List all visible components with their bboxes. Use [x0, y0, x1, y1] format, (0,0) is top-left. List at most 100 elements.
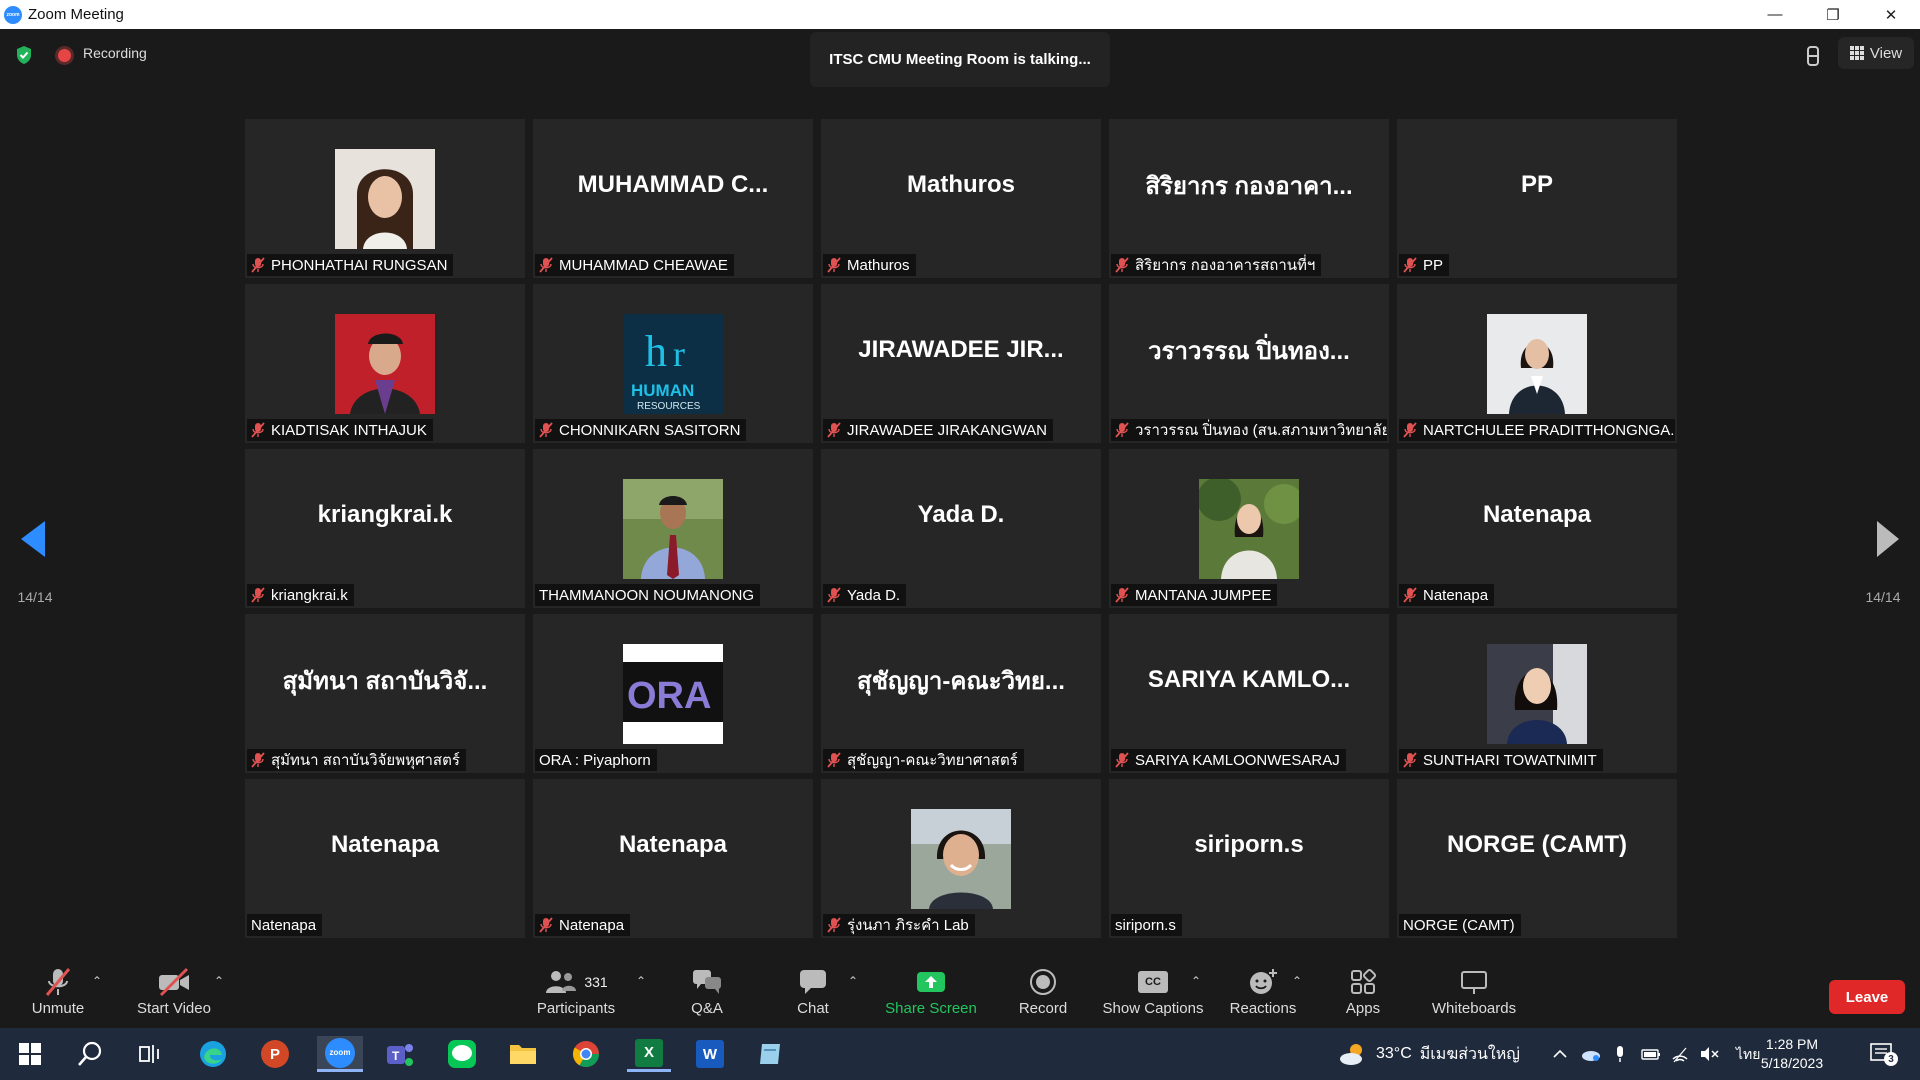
apps-button[interactable]: Apps	[1345, 966, 1381, 1022]
participant-tile[interactable]: KIADTISAK INTHAJUK	[245, 284, 525, 443]
gallery-side-icon[interactable]	[1800, 43, 1826, 69]
chrome-icon	[572, 1041, 600, 1068]
participant-tile[interactable]: Natenapa Natenapa	[533, 779, 813, 938]
participant-tile[interactable]: kriangkrai.k kriangkrai.k	[245, 449, 525, 608]
participant-tile[interactable]: NORGE (CAMT) NORGE (CAMT)	[1397, 779, 1677, 938]
chat-options-caret-icon[interactable]: ⌃	[848, 974, 858, 988]
participant-display-name: NORGE (CAMT)	[1447, 831, 1627, 858]
onedrive-cloud-icon[interactable]	[1580, 1044, 1600, 1064]
participant-tile[interactable]: h r HUMAN RESOURCES CHONNIKARN SASITORN	[533, 284, 813, 443]
participant-tile[interactable]: สุมัทนา สถาบันวิจั... สุมัทนา สถาบันวิจัย…	[245, 614, 525, 773]
show-captions-label: Show Captions	[1102, 1000, 1204, 1017]
participant-name-label: สุมัทนา สถาบันวิจัยพหุศาสตร์	[247, 749, 466, 771]
task-view-button[interactable]	[130, 1036, 170, 1072]
leave-meeting-button[interactable]: Leave	[1829, 980, 1905, 1014]
reactions-options-caret-icon[interactable]: ⌃	[1292, 974, 1302, 988]
encryption-shield-icon[interactable]	[15, 45, 33, 65]
participant-tile[interactable]: MANTANA JUMPEE	[1109, 449, 1389, 608]
search-icon	[78, 1041, 102, 1066]
video-options-caret-icon[interactable]: ⌃	[214, 974, 224, 988]
mic-muted-icon	[251, 587, 265, 603]
participant-tile[interactable]: SUNTHARI TOWATNIMIT	[1397, 614, 1677, 773]
show-captions-button[interactable]: CC Show Captions	[1102, 966, 1204, 1022]
participant-tile[interactable]: JIRAWADEE JIR... JIRAWADEE JIRAKANGWAN	[821, 284, 1101, 443]
participant-name-label: NARTCHULEE PRADITTHONGNGA...	[1399, 419, 1675, 441]
participant-tile[interactable]: สุชัญญา-คณะวิทย... สุชัญญา-คณะวิทยาศาสตร์	[821, 614, 1101, 773]
participant-tile[interactable]: Natenapa Natenapa	[245, 779, 525, 938]
participant-tile[interactable]: สิริยากร กองอาคา... สิริยากร กองอาคารสถาน…	[1109, 119, 1389, 278]
participant-tile[interactable]: วราวรรณ ปิ่นทอง... วราวรรณ ปิ่นทอง (สน.สภ…	[1109, 284, 1389, 443]
participants-options-caret-icon[interactable]: ⌃	[636, 974, 646, 988]
participant-name: PP	[1423, 256, 1444, 274]
participant-tile[interactable]: MUHAMMAD C... MUHAMMAD CHEAWAE	[533, 119, 813, 278]
battery-icon[interactable]	[1640, 1044, 1660, 1064]
taskbar-line-button[interactable]	[442, 1036, 482, 1072]
system-clock[interactable]: 1:28 PM 5/18/2023	[1754, 1035, 1830, 1073]
participant-name-label: Yada D.	[823, 584, 907, 606]
participant-tile[interactable]: siriporn.s siriporn.s	[1109, 779, 1389, 938]
qa-button[interactable]: Q&A	[686, 966, 728, 1022]
share-screen-button[interactable]: Share Screen	[885, 966, 977, 1022]
record-button[interactable]: Record	[1018, 966, 1068, 1022]
whiteboards-button[interactable]: Whiteboards	[1430, 966, 1518, 1022]
audio-options-caret-icon[interactable]: ⌃	[92, 974, 102, 988]
close-button[interactable]: ✕	[1862, 0, 1920, 29]
taskbar-search-button[interactable]	[70, 1036, 110, 1072]
participant-name: สุชัญญา-คณะวิทยาศาสตร์	[847, 752, 1018, 769]
volume-muted-icon[interactable]	[1698, 1044, 1719, 1064]
weather-widget[interactable]: 33°C มีเมฆส่วนใหญ่	[1338, 1038, 1520, 1070]
apps-icon	[1351, 968, 1377, 994]
participant-tile[interactable]: SARIYA KAMLO... SARIYA KAMLOONWESARAJ	[1109, 614, 1389, 773]
unmute-button[interactable]: Unmute	[26, 966, 90, 1022]
notification-count-badge: 3	[1884, 1052, 1898, 1066]
participant-name: Yada D.	[847, 586, 901, 604]
participant-avatar	[1199, 479, 1299, 579]
taskbar-teams-button[interactable]: T	[380, 1036, 420, 1072]
mic-muted-icon	[1115, 587, 1129, 603]
show-hidden-icons-chevron-icon[interactable]	[1550, 1044, 1570, 1064]
participant-tile[interactable]: PP PP	[1397, 119, 1677, 278]
participant-tile[interactable]: ORA ORA : Piyaphorn	[533, 614, 813, 773]
view-button[interactable]: View	[1838, 37, 1914, 69]
participant-tile[interactable]: Natenapa Natenapa	[1397, 449, 1677, 608]
participant-name-label: รุ่งนภา ภิระคำ Lab	[823, 914, 975, 936]
recording-indicator-icon[interactable]	[58, 49, 71, 62]
participant-name: NORGE (CAMT)	[1403, 916, 1515, 934]
participants-button[interactable]: 331 Participants	[533, 966, 619, 1022]
participant-name: KIADTISAK INTHAJUK	[271, 421, 427, 439]
start-video-button[interactable]: Start Video	[134, 966, 214, 1022]
participant-name-label: SUNTHARI TOWATNIMIT	[1399, 749, 1603, 771]
mic-muted-icon	[1403, 587, 1417, 603]
participant-tile[interactable]: PHONHATHAI RUNGSAN	[245, 119, 525, 278]
notification-center-button[interactable]: 3	[1868, 1040, 1898, 1068]
captions-options-caret-icon[interactable]: ⌃	[1191, 974, 1201, 988]
participant-name: SARIYA KAMLOONWESARAJ	[1135, 751, 1340, 769]
participant-tile[interactable]: Mathuros Mathuros	[821, 119, 1101, 278]
reactions-button[interactable]: Reactions	[1229, 966, 1297, 1022]
previous-page-button[interactable]: 14/14	[5, 509, 65, 609]
wifi-icon[interactable]	[1670, 1044, 1690, 1064]
windows-start-button[interactable]	[10, 1036, 50, 1072]
zoom-app-icon: zoom	[325, 1037, 355, 1068]
minimize-button[interactable]: —	[1746, 0, 1804, 29]
qa-label: Q&A	[691, 1000, 723, 1017]
taskbar-edge-button[interactable]	[193, 1036, 233, 1072]
taskbar-word-button[interactable]: W	[690, 1036, 730, 1072]
taskbar-chrome-button[interactable]	[566, 1036, 606, 1072]
microphone-tray-icon[interactable]	[1610, 1044, 1630, 1064]
participant-tile[interactable]: THAMMANOON NOUMANONG	[533, 449, 813, 608]
next-page-button[interactable]: 14/14	[1853, 509, 1913, 609]
taskbar-powerpoint-button[interactable]: P	[255, 1036, 295, 1072]
svg-text:r: r	[673, 334, 685, 374]
chat-button[interactable]: Chat	[794, 966, 832, 1022]
participant-tile[interactable]: รุ่งนภา ภิระคำ Lab	[821, 779, 1101, 938]
windows-taskbar: P zoom T X W 33°C มีเมฆส่วนใหญ่ ไทย 1:28…	[0, 1028, 1920, 1080]
taskbar-excel-button[interactable]: X	[627, 1036, 671, 1072]
participant-tile[interactable]: Yada D. Yada D.	[821, 449, 1101, 608]
grid-icon	[1849, 46, 1864, 60]
taskbar-file-explorer-button[interactable]	[503, 1036, 543, 1072]
restore-button[interactable]: ❐	[1804, 0, 1862, 29]
taskbar-zoom-button[interactable]: zoom	[317, 1036, 363, 1072]
participant-tile[interactable]: NARTCHULEE PRADITTHONGNGA...	[1397, 284, 1677, 443]
taskbar-notepad-button[interactable]	[750, 1036, 790, 1072]
